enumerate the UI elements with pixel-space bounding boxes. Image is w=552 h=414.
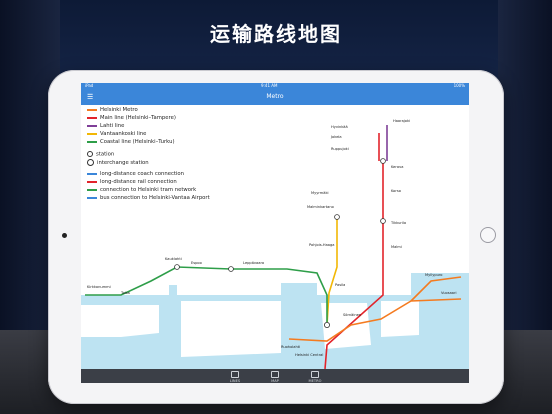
lines-icon [231,371,239,378]
station-label: Hyvinkää [331,125,348,129]
station-label: Jokela [331,135,342,139]
station-label: Tikkurila [391,221,407,225]
home-button[interactable] [480,227,496,243]
tab-label: METRO [308,379,322,383]
tab-label: LINES [229,379,241,383]
metro-map[interactable]: Helsinki Metro Main line (Helsinki–Tampe… [81,105,469,370]
station-label: Pasila [335,283,346,287]
app-screen: iPad 9:41 AM 100% ☰ Metro Helsinki Metro… [81,83,469,383]
station-label: Sörnäinen [343,313,362,317]
camera [62,233,67,238]
station-label: Vuosaari [441,291,457,295]
station-label: Leppävaara [243,261,265,265]
tab-metro[interactable]: METRO [295,369,335,383]
tab-bar: LINES MAP METRO [81,369,469,383]
station-label: Helsinki Central [295,353,324,357]
background-building-right [498,0,552,360]
tab-lines[interactable]: LINES [215,369,255,383]
tab-map[interactable]: MAP [255,369,295,383]
station-label: Ruppujoki [331,147,349,151]
tab-label: MAP [271,379,279,383]
station-labels: Hyvinkää Jokela Ruppujoki Kerava Korso T… [81,105,469,369]
station-label: Malminkartano [307,205,334,209]
station-label: Malmi [391,245,402,249]
metro-icon [311,371,319,378]
station-label: Haarajoki [393,119,411,123]
station-label: Ruoholahti [281,345,301,349]
station-label: Pohjois-Haaga [309,243,335,247]
map-icon [271,371,279,378]
headline: 运输路线地图 [210,22,342,46]
station-label: Korso [391,189,401,193]
station-label: Myyrmäki [311,191,329,195]
station-label: Espoo [191,261,202,265]
station-label: Myllypuro [425,273,443,277]
nav-bar: ☰ Metro [81,89,469,105]
station-label: Kerava [391,165,404,169]
station-label: Tolsa [121,291,130,295]
station-label: Kirkkonummi [87,285,111,289]
station-label: Kauklahti [165,257,182,261]
nav-title: Metro [266,93,284,100]
